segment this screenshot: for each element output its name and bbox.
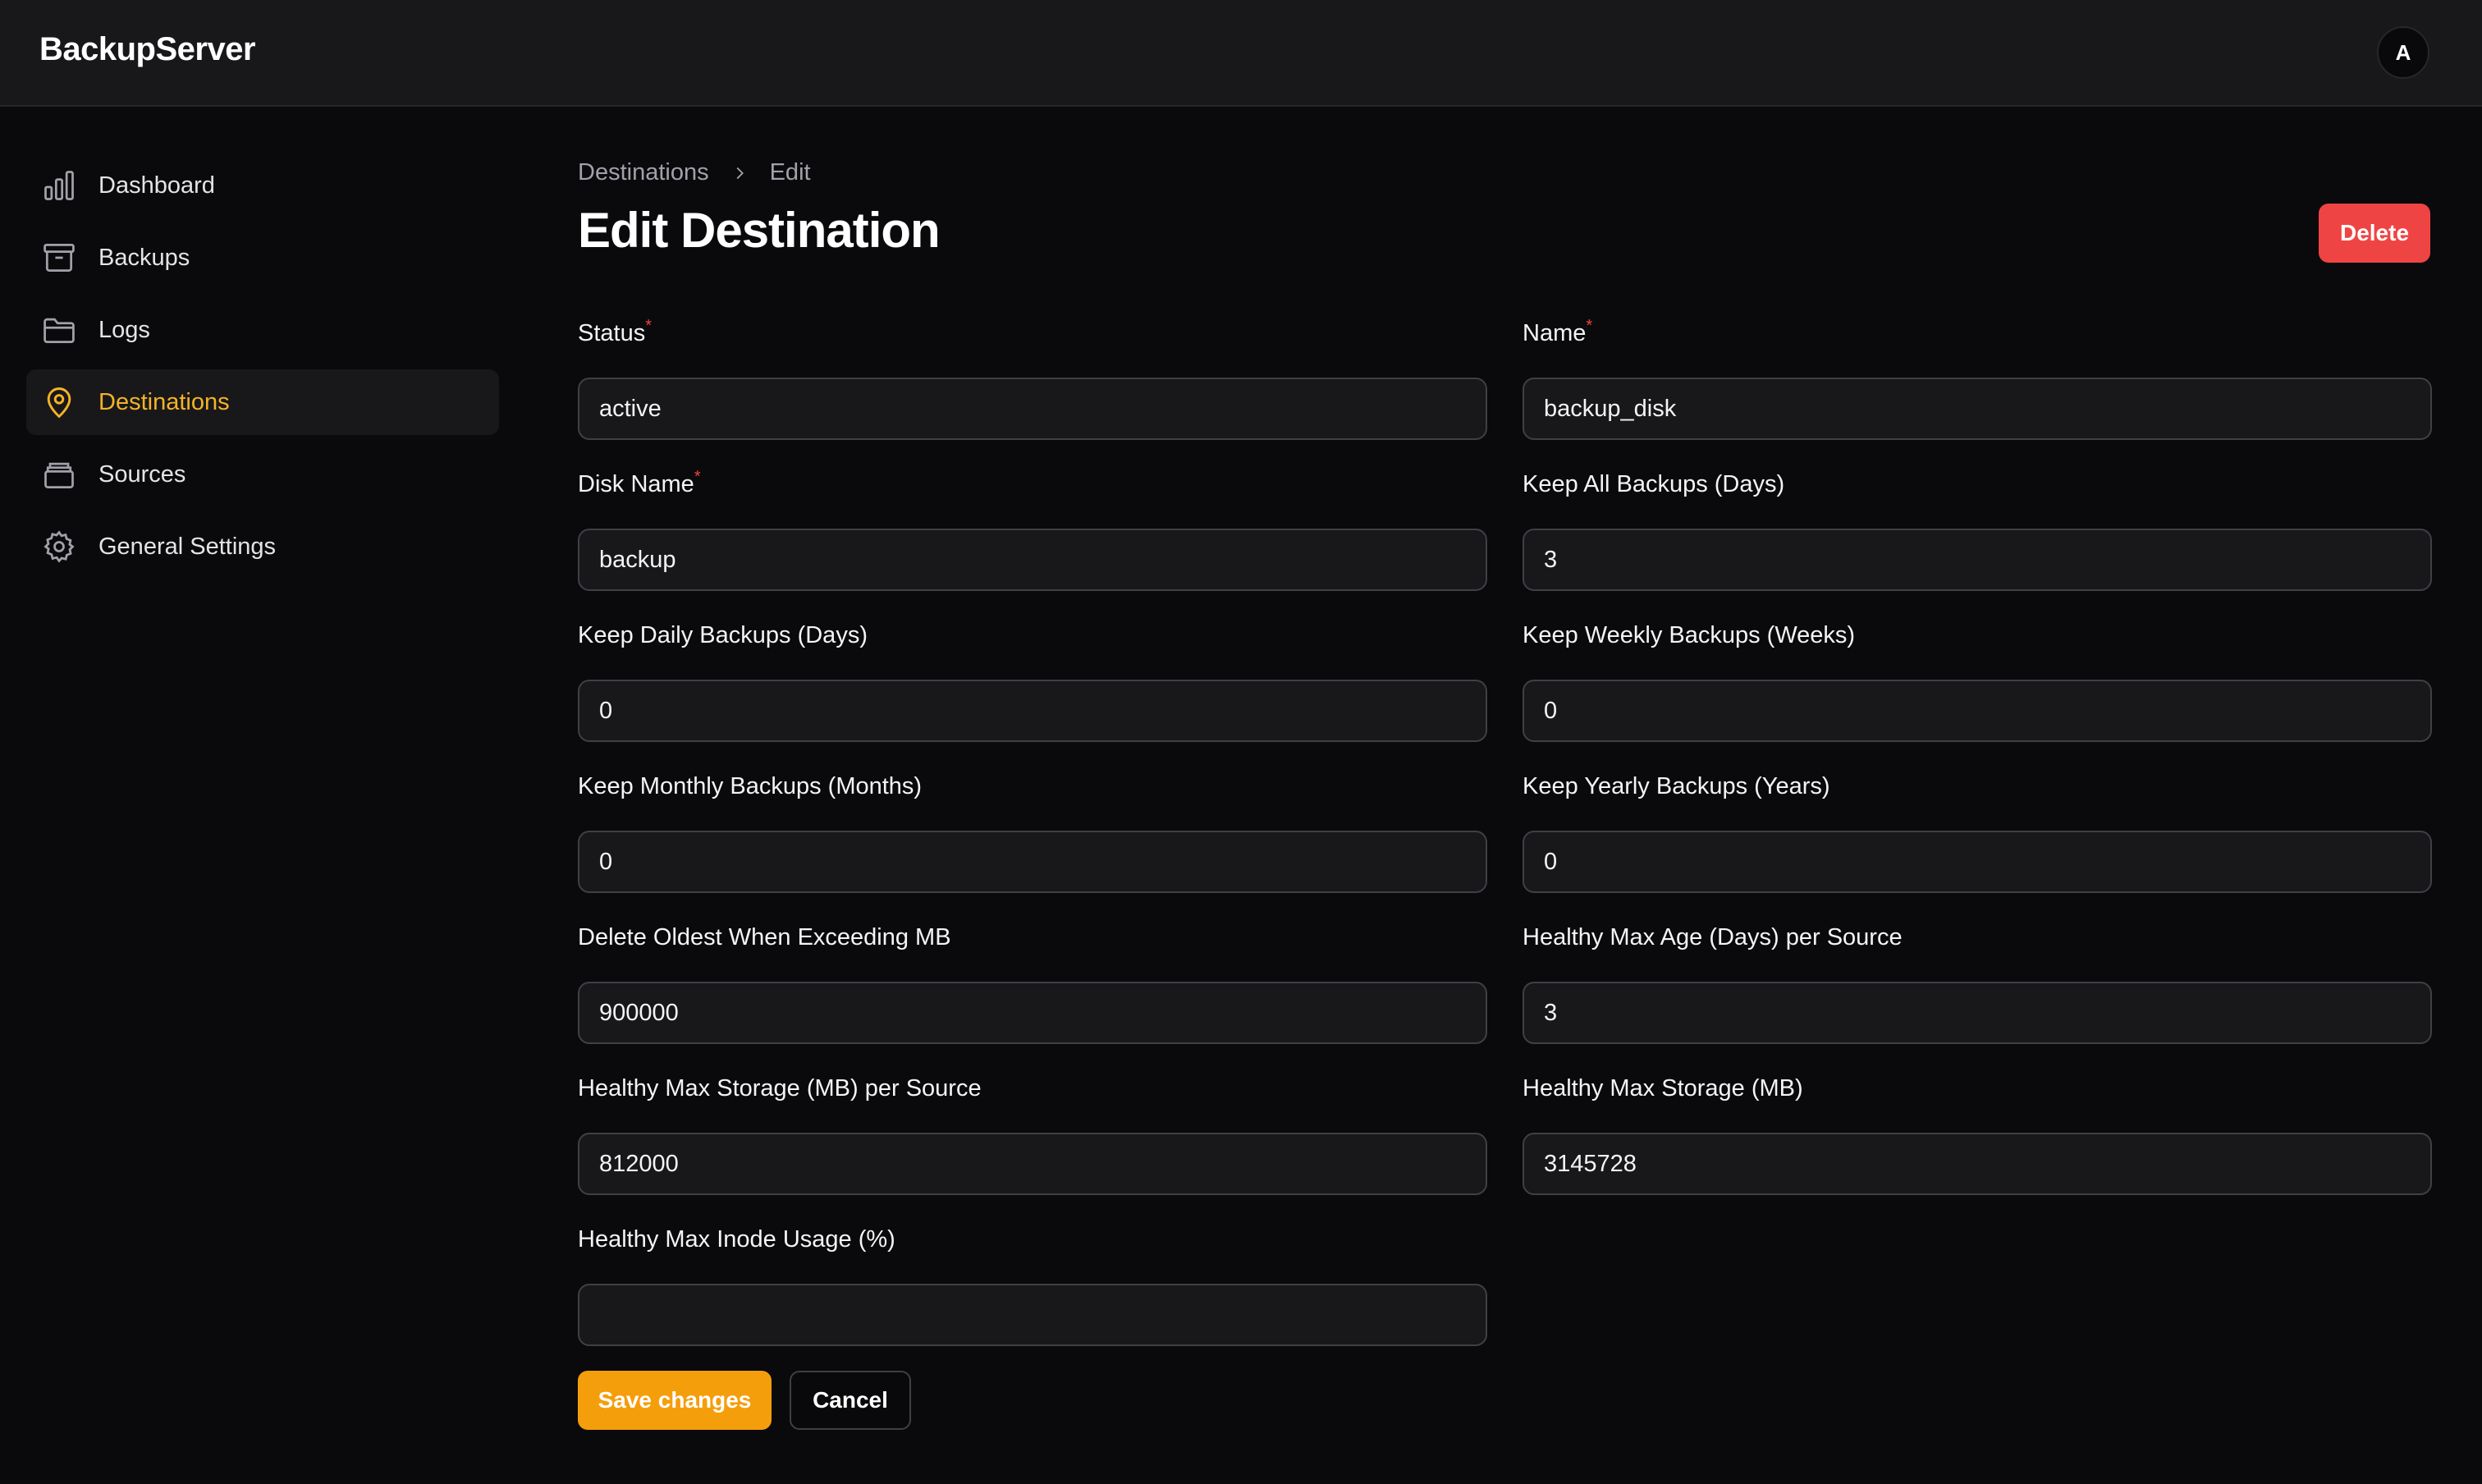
page-title: Edit Destination [578,203,941,258]
keep-all-input[interactable]: 3 [1523,529,2432,591]
brand-logo[interactable]: BackupServer [39,31,256,68]
status-field: Status* active [578,317,1487,440]
user-avatar[interactable]: A [2377,26,2429,79]
gear-icon [41,529,77,565]
healthy-inode-field: Healthy Max Inode Usage (%) [578,1226,1487,1346]
sidebar-item-label: Dashboard [98,172,215,199]
healthy-storage-input[interactable]: 3145728 [1523,1133,2432,1195]
keep-daily-label: Keep Daily Backups (Days) [578,622,868,648]
sidebar: Dashboard Backups Logs Destinations Sour… [26,153,499,586]
top-bar: BackupServer A [0,0,2482,107]
save-button[interactable]: Save changes [578,1371,772,1430]
healthy-storage-source-field: Healthy Max Storage (MB) per Source 8120… [578,1075,1487,1195]
healthy-age-field: Healthy Max Age (Days) per Source 3 [1523,924,2432,1044]
form-actions: Save changes Cancel [578,1371,911,1430]
sidebar-item-destinations[interactable]: Destinations [26,369,499,435]
required-marker: * [645,317,653,335]
sidebar-item-label: Logs [98,316,150,343]
keep-yearly-field: Keep Yearly Backups (Years) 0 [1523,773,2432,893]
disk-name-input[interactable]: backup [578,529,1487,591]
keep-yearly-input[interactable]: 0 [1523,831,2432,893]
name-field: Name* backup_disk [1523,317,2432,440]
sidebar-item-label: General Settings [98,533,277,560]
cancel-button[interactable]: Cancel [790,1371,911,1430]
required-marker: * [694,468,701,486]
keep-monthly-field: Keep Monthly Backups (Months) 0 [578,773,1487,893]
name-input[interactable]: backup_disk [1523,378,2432,440]
keep-weekly-label: Keep Weekly Backups (Weeks) [1523,622,1856,648]
delete-button[interactable]: Delete [2319,204,2430,263]
bar-chart-icon [41,167,77,204]
sidebar-item-sources[interactable]: Sources [26,442,499,507]
healthy-age-label: Healthy Max Age (Days) per Source [1523,924,1903,950]
keep-weekly-input[interactable]: 0 [1523,680,2432,742]
healthy-storage-field: Healthy Max Storage (MB) 3145728 [1523,1075,2432,1195]
healthy-storage-source-input[interactable]: 812000 [578,1133,1487,1195]
sidebar-item-label: Sources [98,460,186,488]
status-select[interactable]: active [578,378,1487,440]
sidebar-item-backups[interactable]: Backups [26,225,499,291]
healthy-inode-label: Healthy Max Inode Usage (%) [578,1226,895,1253]
healthy-age-input[interactable]: 3 [1523,982,2432,1044]
delete-oldest-label: Delete Oldest When Exceeding MB [578,924,951,950]
sidebar-item-label: Backups [98,244,190,271]
keep-yearly-label: Keep Yearly Backups (Years) [1523,773,1830,799]
sidebar-item-general-settings[interactable]: General Settings [26,514,499,579]
required-marker: * [1586,317,1593,335]
stack-icon [41,456,77,492]
archive-box-icon [41,240,77,276]
chevron-right-icon [730,164,749,182]
breadcrumb: Destinations Edit [578,159,811,186]
keep-weekly-field: Keep Weekly Backups (Weeks) 0 [1523,622,2432,742]
keep-monthly-input[interactable]: 0 [578,831,1487,893]
keep-all-label: Keep All Backups (Days) [1523,471,1785,497]
delete-oldest-input[interactable]: 900000 [578,982,1487,1044]
healthy-storage-source-label: Healthy Max Storage (MB) per Source [578,1075,982,1102]
keep-daily-input[interactable]: 0 [578,680,1487,742]
delete-oldest-field: Delete Oldest When Exceeding MB 900000 [578,924,1487,1044]
name-label: Name* [1523,317,1593,346]
healthy-inode-input[interactable] [578,1284,1487,1346]
disk-name-field: Disk Name* backup [578,468,1487,591]
keep-monthly-label: Keep Monthly Backups (Months) [578,773,923,799]
breadcrumb-link-destinations[interactable]: Destinations [578,159,709,186]
sidebar-item-label: Destinations [98,388,230,415]
keep-all-field: Keep All Backups (Days) 3 [1523,471,2432,591]
status-label: Status* [578,317,653,346]
healthy-storage-label: Healthy Max Storage (MB) [1523,1075,1803,1102]
folder-icon [41,312,77,348]
breadcrumb-current: Edit [769,159,811,186]
sidebar-item-dashboard[interactable]: Dashboard [26,153,499,218]
map-pin-icon [41,384,77,420]
sidebar-item-logs[interactable]: Logs [26,297,499,363]
disk-name-label: Disk Name* [578,468,701,497]
keep-daily-field: Keep Daily Backups (Days) 0 [578,622,1487,742]
